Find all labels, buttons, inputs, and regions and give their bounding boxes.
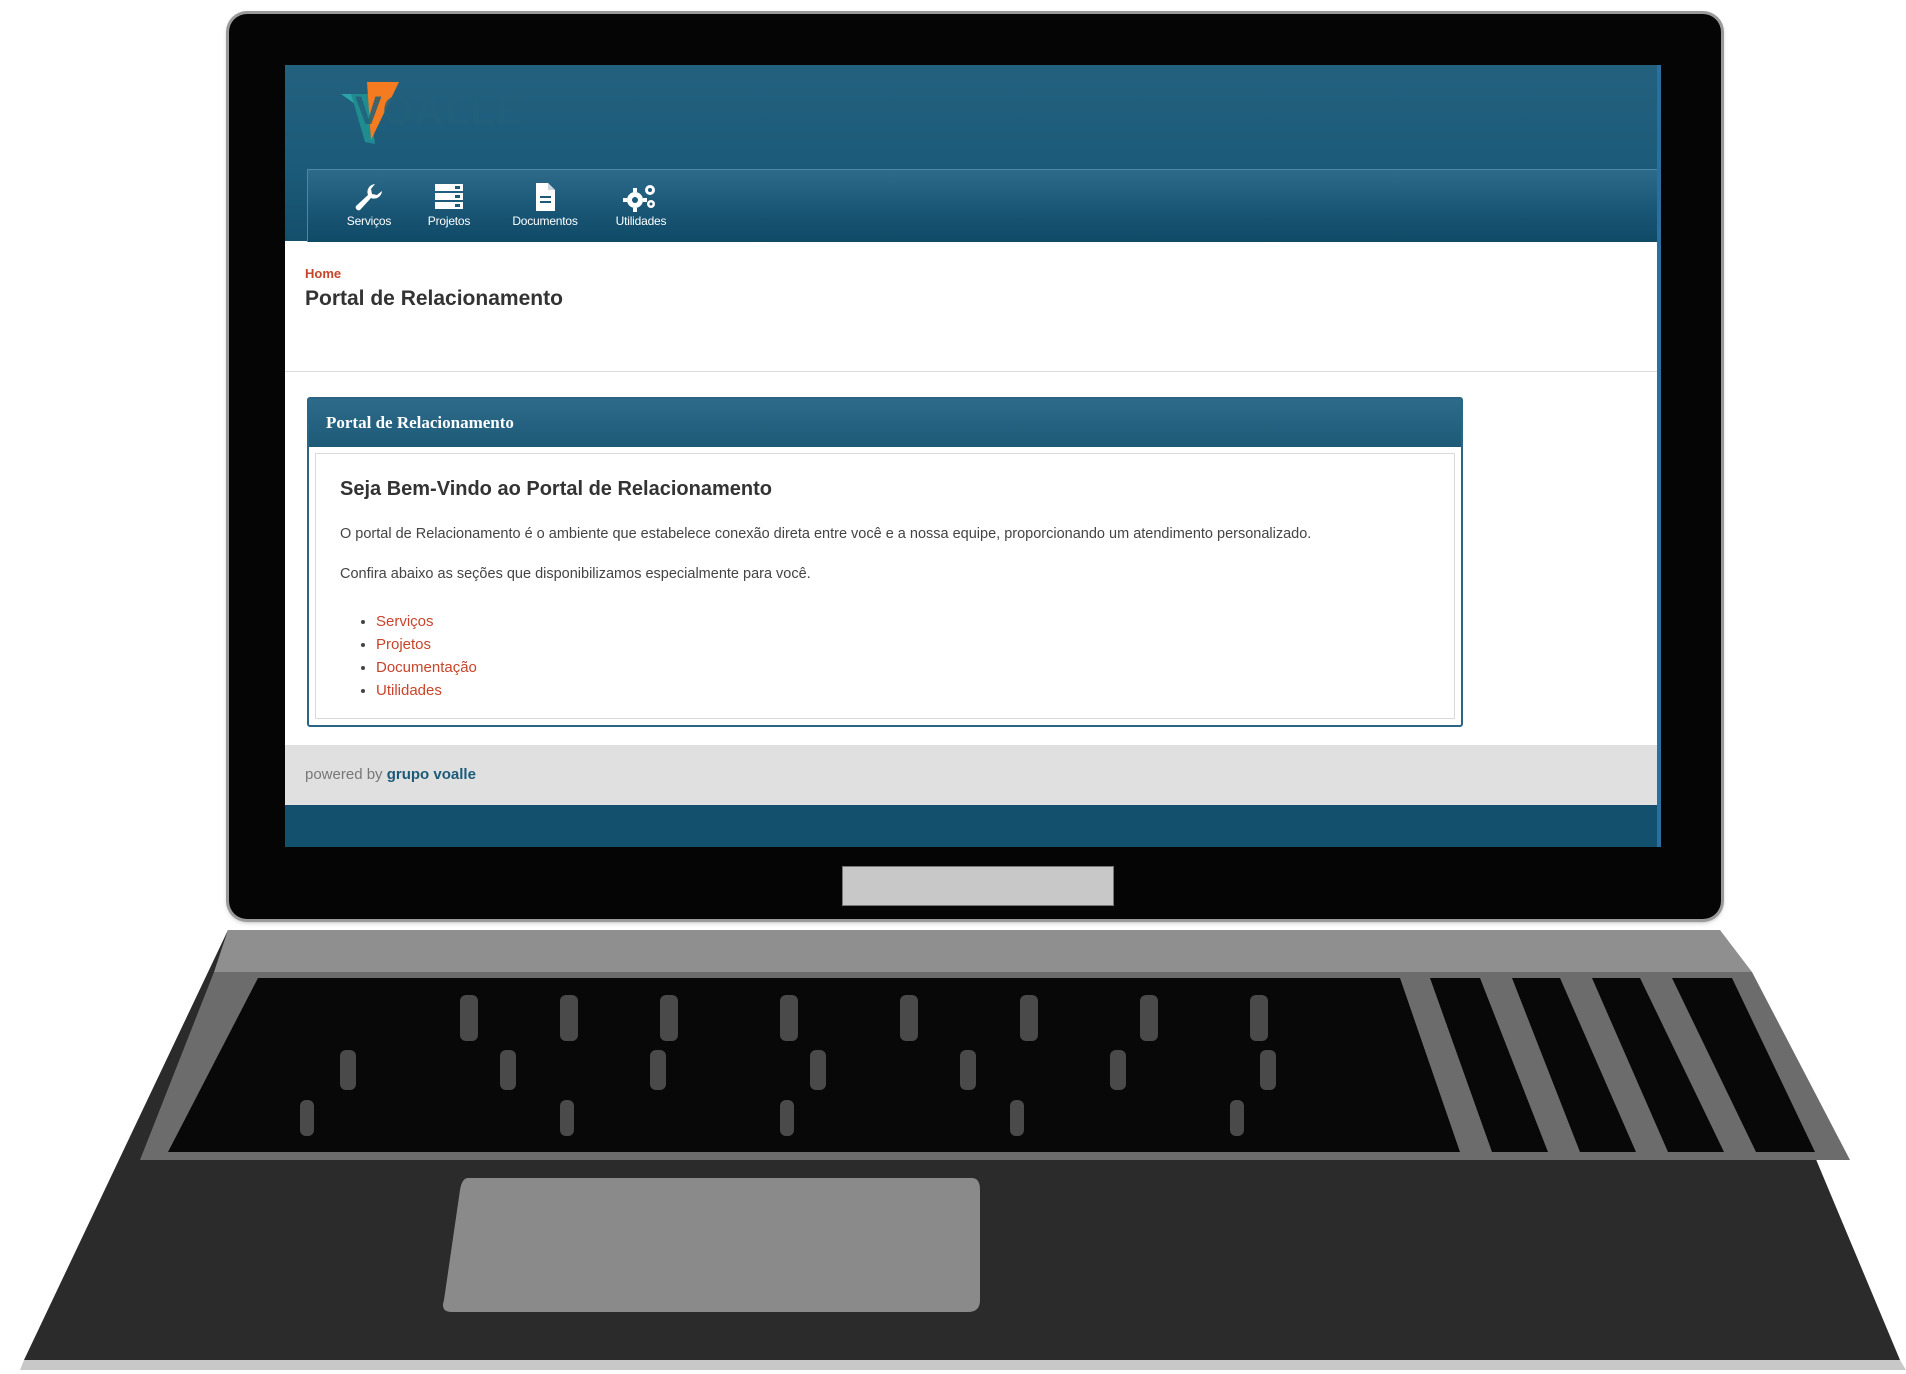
link-documentacao[interactable]: Documentação (376, 659, 477, 676)
list-item: Utilidades (376, 679, 477, 702)
list-item: Serviços (376, 610, 477, 633)
nav-label: Documentos (512, 214, 578, 228)
powered-by-text: powered by (305, 766, 383, 783)
wrench-icon (355, 184, 382, 211)
server-icon (435, 184, 463, 209)
nav-label: Utilidades (615, 214, 667, 228)
page-title: Portal de Relacionamento (305, 287, 563, 310)
header-bar: VOALLE Serviços Projetos Documentos Util… (285, 65, 1657, 242)
welcome-panel: Portal de Relacionamento Seja Bem-Vindo … (307, 397, 1463, 727)
welcome-heading: Seja Bem-Vindo ao Portal de Relacionamen… (340, 478, 772, 500)
nav-label: Serviços (346, 214, 392, 228)
panel-title: Portal de Relacionamento (309, 399, 1461, 447)
link-utilidades[interactable]: Utilidades (376, 682, 442, 699)
divider (285, 371, 1657, 372)
laptop-bezel-label (842, 866, 1114, 906)
sections-paragraph: Confira abaixo as seções que disponibili… (340, 566, 811, 582)
gears-icon (623, 185, 655, 212)
nav-item-documentos[interactable]: Documentos (500, 174, 590, 240)
bottom-strip (285, 805, 1657, 847)
main-nav: Serviços Projetos Documentos Utilidades (307, 169, 1657, 242)
link-servicos[interactable]: Serviços (376, 613, 434, 630)
document-icon (536, 183, 555, 211)
nav-label: Projetos (427, 214, 471, 228)
intro-paragraph: O portal de Relacionamento é o ambiente … (340, 526, 1312, 542)
nav-item-projetos[interactable]: Projetos (404, 174, 494, 240)
link-projetos[interactable]: Projetos (376, 636, 431, 653)
section-links: Serviços Projetos Documentação Utilidade… (346, 610, 477, 702)
nav-item-servicos[interactable]: Serviços (324, 174, 414, 240)
logo-text: VOALLE (355, 89, 524, 133)
nav-item-utilidades[interactable]: Utilidades (596, 174, 686, 240)
footer-credit: powered by grupo voalle (305, 766, 476, 783)
panel-body: Seja Bem-Vindo ao Portal de Relacionamen… (315, 453, 1455, 719)
footer-brand-link[interactable]: grupo voalle (387, 766, 476, 783)
breadcrumb-home[interactable]: Home (305, 266, 341, 281)
browser-screen: VOALLE Serviços Projetos Documentos Util… (285, 65, 1661, 847)
footer: powered by grupo voalle (285, 745, 1657, 805)
list-item: Projetos (376, 633, 477, 656)
list-item: Documentação (376, 656, 477, 679)
